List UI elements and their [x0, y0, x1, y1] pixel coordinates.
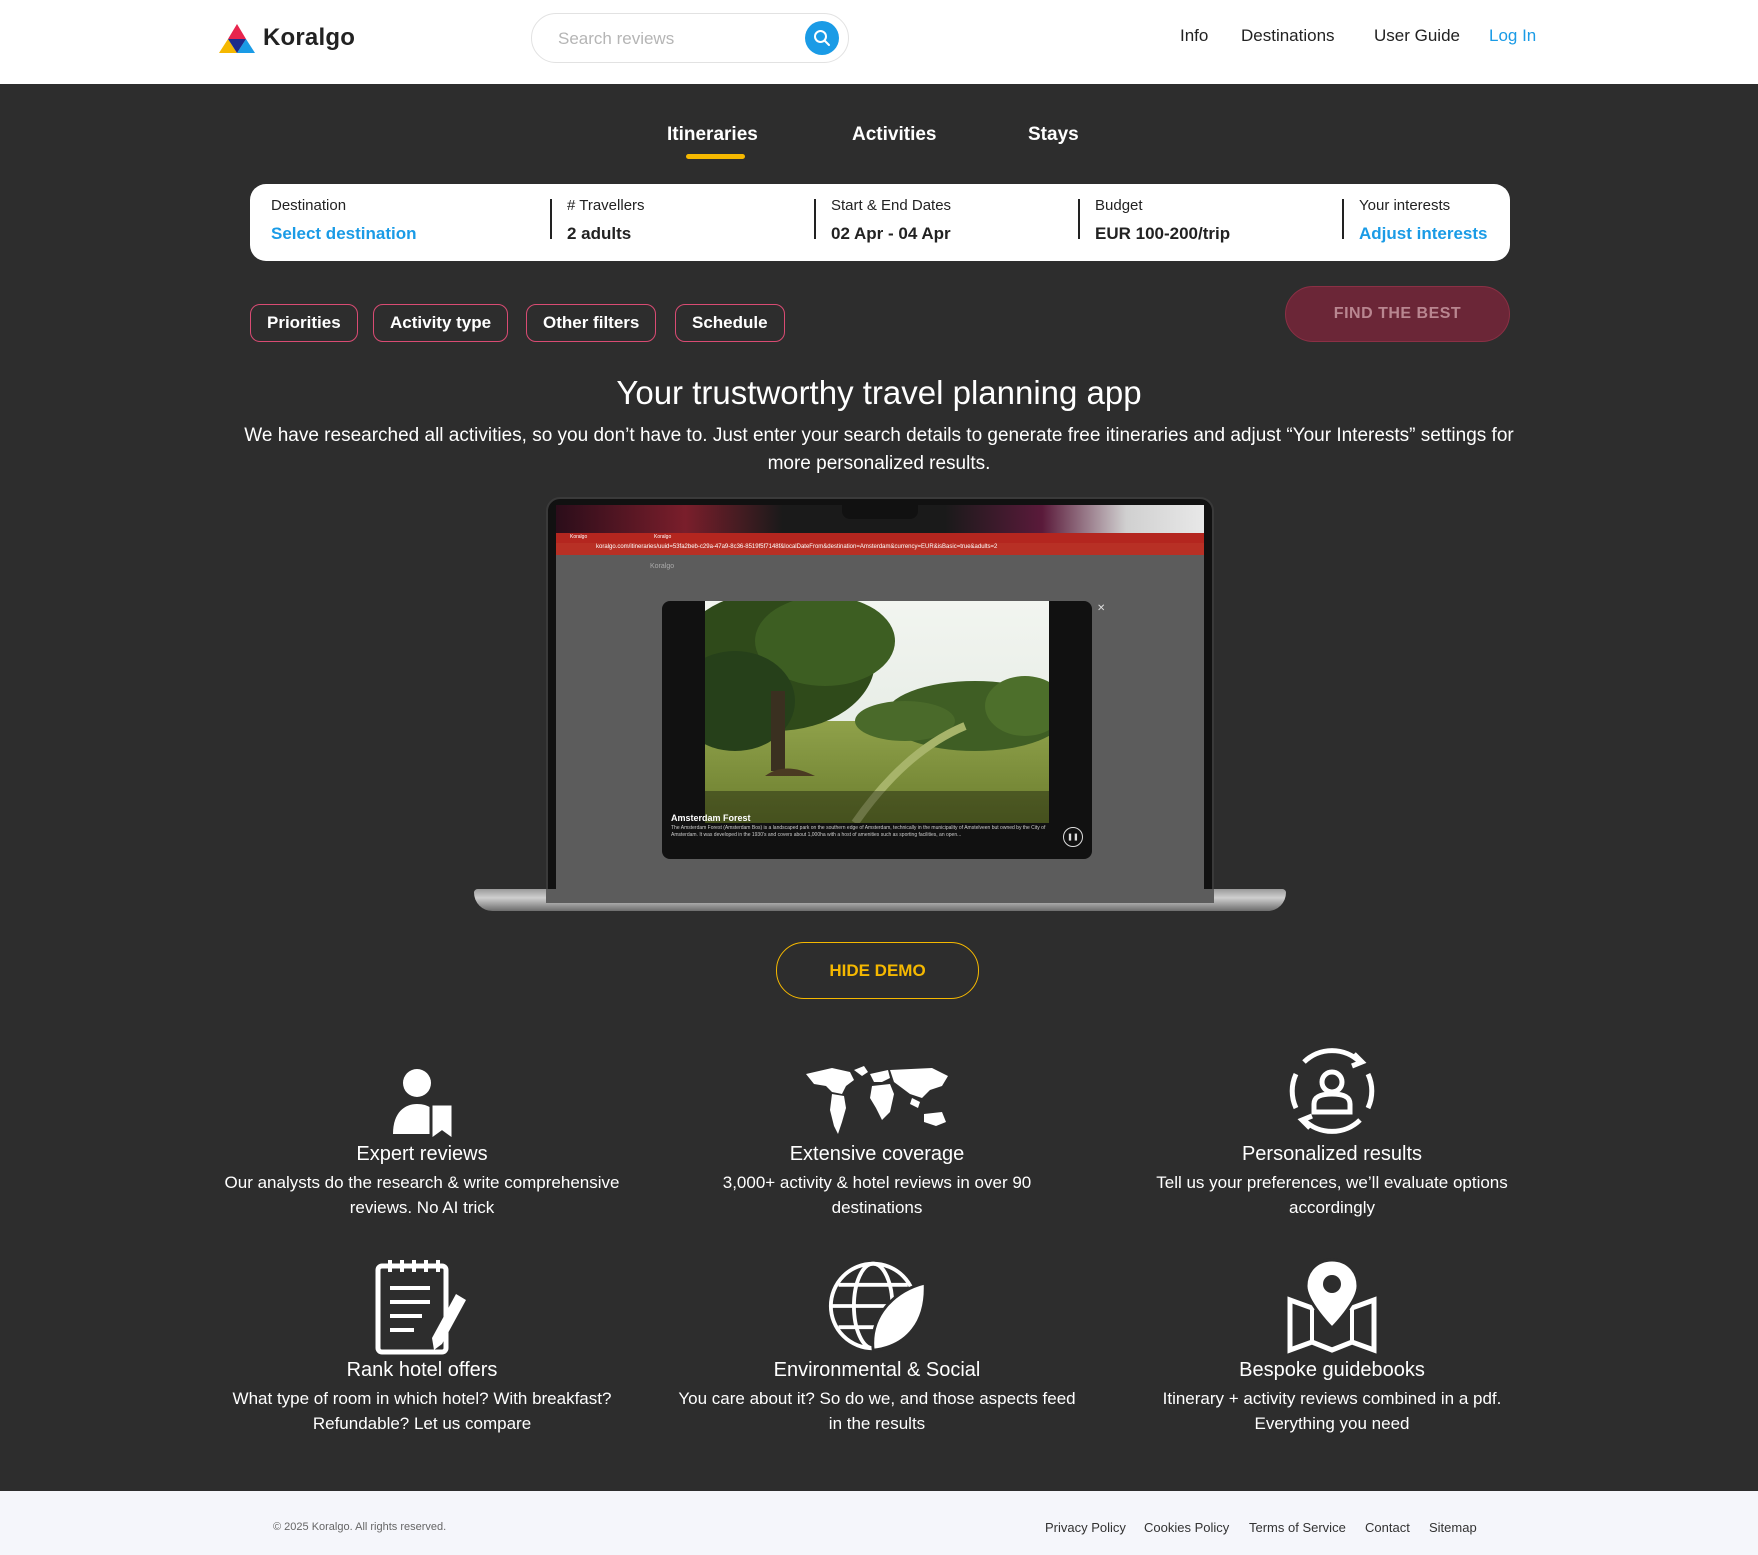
feature-description: You care about it? So do we, and those a… [678, 1389, 1076, 1433]
dates-field[interactable]: Start & End Dates 02 Apr - 04 Apr [831, 184, 951, 261]
pause-icon[interactable]: ❚❚ [1063, 827, 1083, 847]
find-the-best-button[interactable]: FIND THE BEST [1285, 286, 1510, 342]
footer-link-privacy[interactable]: Privacy Policy [1045, 1520, 1126, 1535]
amsterdam-forest-photo [705, 601, 1049, 823]
koralgo-logo-icon [219, 24, 255, 53]
tab-activities[interactable]: Activities [852, 124, 936, 146]
demo-laptop: Koralgo Koralgo koralgo.com/itineraries/… [474, 497, 1286, 913]
divider [814, 199, 816, 239]
login-link[interactable]: Log In [1489, 26, 1536, 46]
budget-value: EUR 100-200/trip [1095, 224, 1231, 243]
footer-link-contact[interactable]: Contact [1365, 1520, 1410, 1535]
feature-description: Tell us your preferences, we’ll evaluate… [1156, 1173, 1508, 1217]
active-tab-indicator [686, 154, 745, 159]
footer-link-cookies[interactable]: Cookies Policy [1144, 1520, 1229, 1535]
dates-label: Start & End Dates [831, 197, 952, 214]
feature-description: What type of room in which hotel? With b… [232, 1389, 612, 1433]
search-icon [814, 30, 830, 46]
travellers-label: # Travellers [567, 197, 645, 214]
budget-label: Budget [1095, 197, 1143, 214]
nav-user-guide[interactable]: User Guide [1374, 26, 1460, 46]
search-panel: Destination Select destination # Travell… [250, 184, 1510, 261]
divider [1342, 199, 1344, 239]
dates-value: 02 Apr - 04 Apr [831, 224, 951, 243]
divider [550, 199, 552, 239]
feature-title: Expert reviews [356, 1143, 488, 1165]
browser-tab-strip: Koralgo Koralgo [556, 533, 1204, 543]
tab-stays[interactable]: Stays [1028, 124, 1079, 146]
filter-priorities[interactable]: Priorities [250, 304, 358, 342]
search-box [531, 13, 849, 63]
browser-address-bar: koralgo.com/itineraries/uuid=53fa2beb-c2… [556, 543, 1204, 555]
interests-field[interactable]: Your interests Adjust interests [1359, 184, 1487, 261]
notepad-pencil-icon [372, 1256, 472, 1356]
activity-modal: Amsterdam Forest The Amsterdam Forest (A… [662, 601, 1092, 859]
feature-title: Extensive coverage [789, 1143, 965, 1165]
logo-text: Koralgo [263, 24, 356, 51]
travellers-value: 2 adults [567, 224, 632, 243]
copyright: © 2025 Koralgo. All rights reserved. [273, 1521, 447, 1533]
filter-schedule[interactable]: Schedule [675, 304, 785, 342]
interests-value[interactable]: Adjust interests [1359, 224, 1487, 244]
nav-destinations[interactable]: Destinations [1241, 26, 1335, 46]
demo-page-logo: Koralgo [650, 563, 675, 570]
feature-title: Personalized results [1241, 1143, 1423, 1165]
feature-title: Bespoke guidebooks [1239, 1359, 1425, 1381]
hero-title: Your trustworthy travel planning app [616, 374, 1142, 411]
nav-info[interactable]: Info [1180, 26, 1208, 46]
browser-url: koralgo.com/itineraries/uuid=53fa2beb-c2… [596, 544, 998, 550]
world-map-icon [797, 1040, 957, 1140]
feature-title: Environmental & Social [773, 1359, 981, 1381]
destination-label: Destination [271, 197, 347, 214]
interests-label: Your interests [1359, 197, 1451, 214]
filter-activity-type[interactable]: Activity type [373, 304, 509, 342]
feature-description: Itinerary + activity reviews combined in… [1162, 1389, 1502, 1433]
close-icon[interactable]: ✕ [1097, 603, 1105, 614]
budget-field[interactable]: Budget EUR 100-200/trip [1095, 184, 1230, 261]
logo[interactable]: Koralgo [219, 22, 355, 54]
footer-link-terms[interactable]: Terms of Service [1249, 1520, 1346, 1535]
expert-reviewer-icon [372, 1040, 472, 1140]
globe-leaf-icon [827, 1256, 927, 1356]
modal-description: The Amsterdam Forest (Amsterdam Bos) is … [671, 825, 1046, 838]
filter-other-filters[interactable]: Other filters [526, 304, 657, 342]
hero-subtitle: We have researched all activities, so yo… [244, 425, 1514, 474]
travellers-field[interactable]: # Travellers 2 adults [567, 184, 645, 261]
modal-title: Amsterdam Forest [671, 813, 751, 823]
laptop-base [474, 889, 1286, 911]
header: Koralgo Info Destinations User Guide Log… [0, 0, 1758, 84]
personalized-user-cycle-icon [1282, 1040, 1382, 1140]
browser-tab: Koralgo [654, 534, 672, 540]
footer-link-sitemap[interactable]: Sitemap [1429, 1520, 1477, 1535]
feature-description: 3,000+ activity & hotel reviews in over … [722, 1173, 1032, 1217]
laptop-screen: Koralgo Koralgo koralgo.com/itineraries/… [556, 505, 1204, 903]
laptop-base-screen-edge [546, 889, 1214, 903]
search-input[interactable] [558, 26, 788, 52]
browser-tab: Koralgo [570, 534, 588, 540]
hide-demo-button[interactable]: HIDE DEMO [776, 942, 979, 999]
divider [1078, 199, 1080, 239]
feature-description: Our analysts do the research & write com… [224, 1173, 620, 1217]
destination-field[interactable]: Destination Select destination [271, 184, 416, 261]
map-pin-icon [1282, 1256, 1382, 1356]
camera-notch [842, 505, 918, 519]
tab-itineraries[interactable]: Itineraries [667, 124, 758, 146]
footer: © 2025 Koralgo. All rights reserved. Pri… [0, 1491, 1758, 1555]
search-button[interactable] [805, 21, 839, 55]
feature-title: Rank hotel offers [346, 1359, 498, 1381]
destination-value[interactable]: Select destination [271, 224, 416, 244]
